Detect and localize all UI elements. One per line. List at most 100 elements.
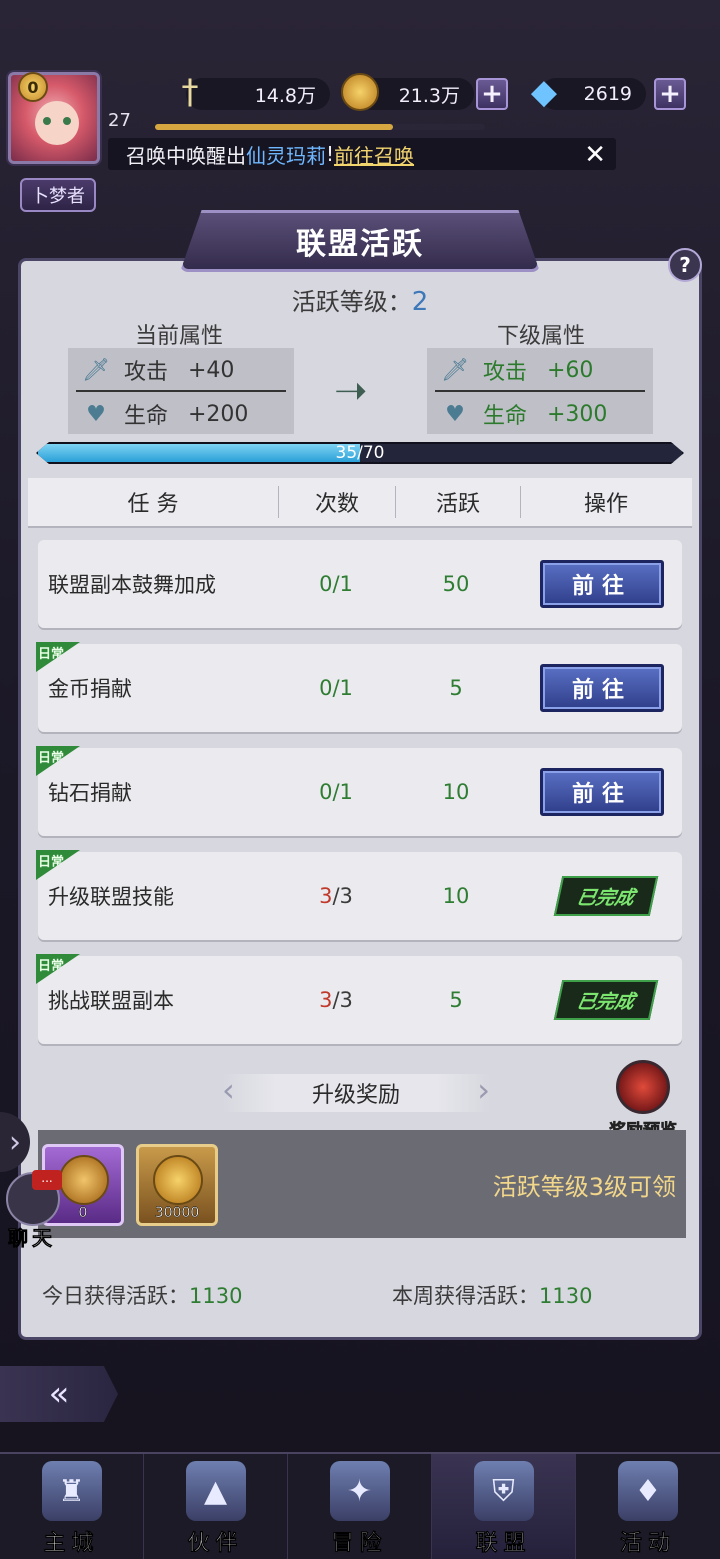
player-title-tag: 卜梦者 [20,178,96,212]
header-count: 次数 [314,492,359,517]
task-row: 日常 钻石捐献 0/1 10 前往 [36,746,682,836]
today-activity: 今日获得活跃：1130 [42,1280,242,1310]
help-button[interactable]: ? [668,248,702,282]
gold-coin-icon [153,1155,203,1205]
header-action: 操作 [583,492,628,517]
current-attr-box: 🗡 攻击 +40 ♥ 生命 +200 [68,348,294,434]
task-table-header: 任 务 次数 活跃 操作 [28,478,692,528]
task-points: 50 [442,572,470,596]
task-name: 升级联盟技能 [48,885,174,909]
progress-text: 35/70 [335,443,385,463]
bottom-nav: ♜ 主城 ▲ 伙伴 ✦ 冒险 ⛨ 联盟 ♦ 活动 [0,1452,720,1559]
heart-icon: ♥ [86,401,106,427]
add-diamond-button[interactable]: + [654,78,686,110]
attr-value: +60 [547,357,594,383]
attr-value: +40 [188,357,235,383]
count-done: 0 [319,780,333,804]
task-name: 联盟副本鼓舞加成 [48,573,216,597]
activity-level-value: 2 [411,287,429,317]
heart-icon: ♥ [445,401,465,427]
diamond-value: 2619 [583,83,632,105]
close-icon[interactable]: ✕ [584,140,606,170]
task-count: 0/1 [296,748,376,836]
count-total: /1 [332,780,353,804]
attr-divider [76,390,286,392]
attr-divider [435,390,645,392]
nav-partners[interactable]: ▲ 伙伴 [144,1454,288,1559]
today-label: 今日获得活跃： [42,1284,189,1308]
chevron-right-icon: › [477,1071,490,1109]
add-gold-button[interactable]: + [476,78,508,110]
panel-title: 联盟活跃 [180,210,540,272]
go-button[interactable]: 前往 [540,664,664,712]
reward-item[interactable]: 30000 [136,1144,218,1226]
current-attr-title: 当前属性 [135,324,224,349]
gold-value: 21.3万 [398,84,460,107]
count-done: 0 [319,676,333,700]
sword-icon: 🗡 [441,357,469,383]
completed-badge: 已完成 [553,876,659,916]
reward-header: ‹ 升级奖励 › [222,1071,490,1112]
week-label: 本周获得活跃： [392,1284,539,1308]
attr-label: 攻击 [124,360,169,385]
sword-icon: 🗡 [82,357,110,383]
count-total: /1 [332,676,353,700]
back-button[interactable]: « [0,1366,118,1422]
next-attr-title: 下级属性 [497,324,586,349]
chat-label: 聊天 [8,1226,56,1251]
ticker-exclaim: ! [326,142,335,166]
go-button[interactable]: 前往 [540,768,664,816]
count-total: /3 [332,884,353,908]
nav-label: 活动 [619,1531,676,1557]
xp-bar-fill [155,124,393,130]
week-activity: 本周获得活跃：1130 [392,1280,592,1310]
attr-hp-row: ♥ 生命 +200 [68,394,294,434]
week-value: 1130 [539,1284,593,1308]
attr-value: +300 [547,401,608,427]
player-level: 27 [108,110,131,131]
task-count: 3/3 [296,852,376,940]
back-arrow-icon: « [48,1374,70,1414]
attr-attack-row: 🗡 攻击 +40 [68,350,294,390]
nav-alliance[interactable]: ⛨ 联盟 [432,1454,576,1559]
task-count: 0/1 [296,540,376,628]
xp-bar [155,124,485,130]
gold-coin-icon [338,70,382,114]
avatar-face [35,101,79,145]
cards-icon: ♦ [618,1461,678,1521]
attr-value: +200 [188,401,249,427]
task-name: 挑战联盟副本 [48,989,174,1013]
gauntlet-icon [59,1155,109,1205]
vip-badge: 0 [18,72,48,102]
task-points: 5 [449,988,463,1012]
go-button[interactable]: 前往 [540,560,664,608]
castle-icon: ♜ [41,1461,102,1521]
task-count: 0/1 [296,644,376,732]
nav-events[interactable]: ♦ 活动 [576,1454,720,1559]
arrow-right-icon: ➝ [334,368,368,414]
ticker-summon-link[interactable]: 前往召唤 [334,140,414,169]
attr-label: 攻击 [483,360,528,385]
task-row: 日常 金币捐献 0/1 5 前往 [36,642,682,732]
header-points: 活跃 [435,492,480,517]
nav-label: 伙伴 [187,1531,244,1557]
attr-hp-row: ♥ 生命 +300 [427,394,653,434]
sword-power-icon: † [181,72,199,112]
diamond-icon: ◆ [530,72,558,112]
nav-label: 联盟 [475,1531,532,1557]
hat-icon: ▲ [185,1461,246,1521]
count-done: 3 [319,884,333,908]
summon-ticker: 召唤中唤醒出 仙灵玛莉 ! 前往召唤 ✕ [108,138,616,170]
activity-progress-bar: 35/70 [36,442,684,464]
task-points: 10 [442,780,470,804]
nav-adventure[interactable]: ✦ 冒险 [288,1454,432,1559]
task-row: 日常 挑战联盟副本 3/3 5 已完成 [36,954,682,1044]
chevron-left-icon: ‹ [222,1071,235,1109]
claim-requirement: 活跃等级3级可领 [492,1172,676,1201]
nav-main-city[interactable]: ♜ 主城 [0,1454,144,1559]
task-points: 5 [449,676,463,700]
compass-icon: ✦ [329,1461,390,1521]
task-points: 10 [442,884,470,908]
task-count: 3/3 [296,956,376,1044]
reward-preview-button[interactable]: 奖励预览 [600,1060,686,1141]
